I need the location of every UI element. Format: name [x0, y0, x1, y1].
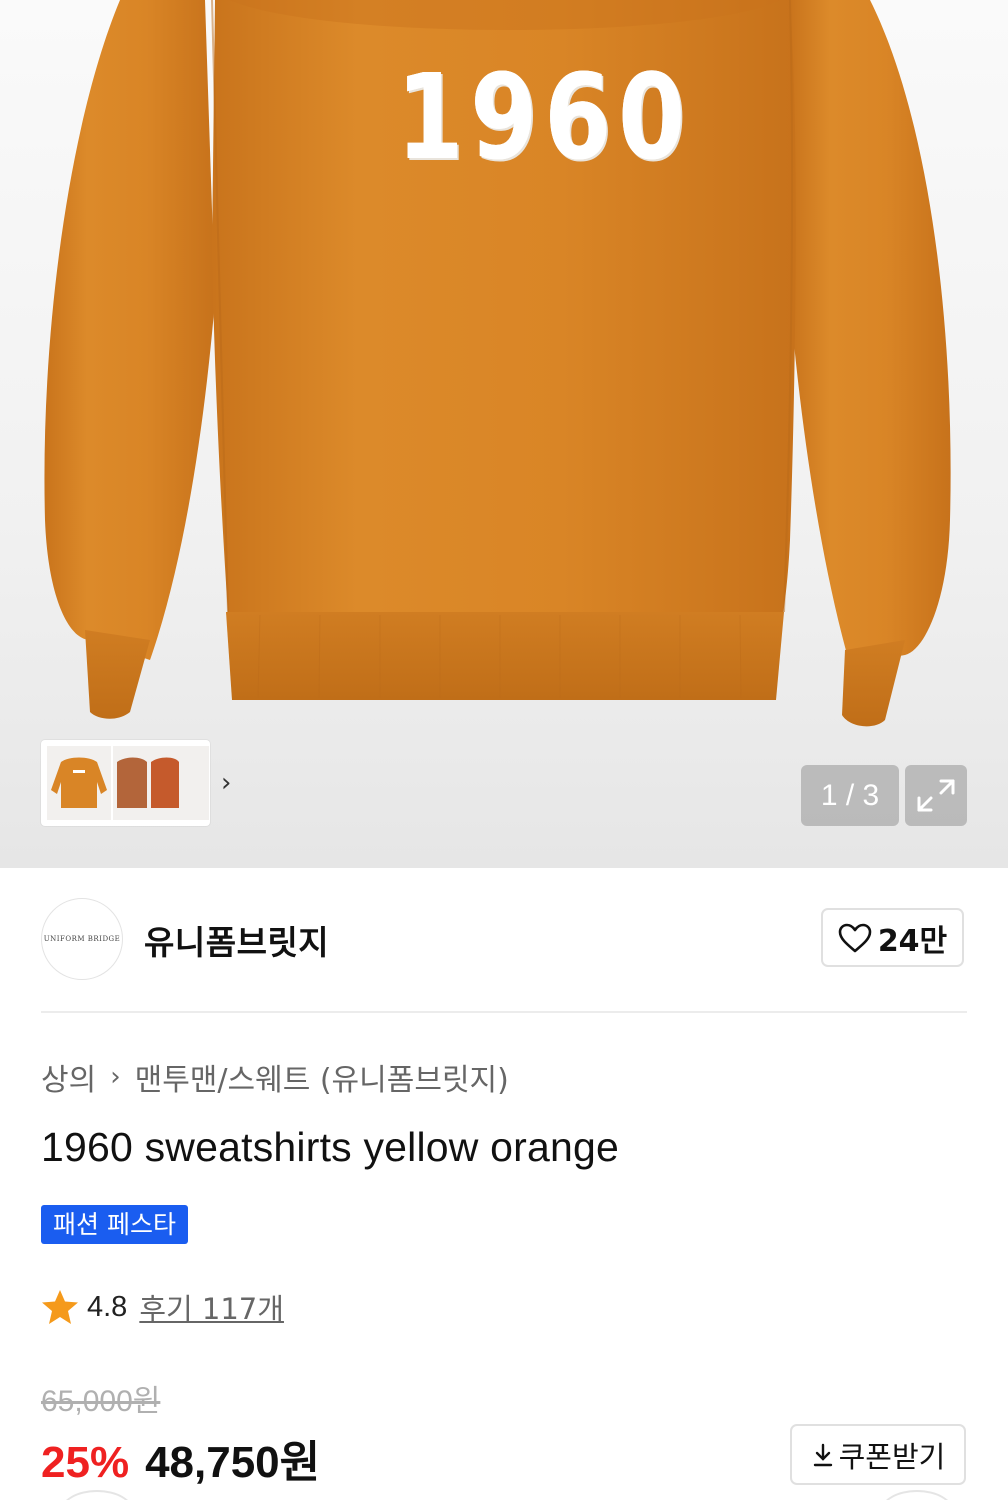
thumbnail-strip[interactable]: › [41, 740, 231, 826]
coupon-label: 쿠폰받기 [838, 1439, 946, 1474]
reviews-link[interactable]: 후기 117개 [139, 1286, 284, 1328]
divider [41, 1011, 967, 1013]
expand-icon [917, 779, 955, 812]
thumbnail-2[interactable] [113, 746, 149, 820]
partial-circle-button [880, 1490, 954, 1500]
thumbnail-sweatshirt-brown-icon [117, 757, 147, 808]
partial-circle-button [60, 1490, 134, 1500]
shop-name[interactable]: 유니폼브릿지 [144, 916, 329, 964]
thumbnail-sweatshirt-rust-icon [151, 757, 179, 808]
chevron-right-icon[interactable]: › [221, 768, 231, 798]
discount-rate: 25% [41, 1438, 130, 1487]
coupon-button[interactable]: 쿠폰받기 [790, 1424, 966, 1485]
sweatshirt-print-text: 1960 [396, 48, 692, 186]
sale-price: 48,750원 [145, 1438, 321, 1487]
breadcrumb: 상의 › 맨투맨/스웨트 (유니폼브릿지) [41, 1055, 509, 1099]
thumbnail-1[interactable] [47, 746, 111, 820]
thumbnail-sweatshirt-yellow-orange-icon [51, 757, 107, 808]
like-count: 24만 [877, 923, 948, 959]
like-button[interactable]: 24만 [821, 908, 964, 967]
chevron-right-icon: › [110, 1062, 121, 1092]
image-counter: 1 / 3 [801, 765, 899, 826]
shop-logo-text: UNIFORM BRIDGE [43, 935, 121, 943]
expand-button[interactable] [905, 765, 967, 826]
product-image-gallery[interactable]: 1960 › 1 / 3 [0, 0, 1008, 868]
heart-icon [838, 923, 872, 952]
product-page: 1960 › 1 / 3 UNIFORM BRIDGE 유니폼브릿지 24만 상… [0, 0, 1008, 1500]
star-icon [42, 1290, 78, 1324]
thumbnail-3[interactable] [149, 746, 209, 820]
product-title: 1960 sweatshirts yellow orange [41, 1124, 620, 1170]
breadcrumb-category[interactable]: 상의 [41, 1055, 96, 1099]
shop-logo[interactable]: UNIFORM BRIDGE [41, 898, 123, 980]
rating-row: 4.8 후기 117개 [41, 1286, 284, 1328]
rating-score: 4.8 [87, 1290, 128, 1323]
breadcrumb-subcategory[interactable]: 맨투맨/스웨트 (유니폼브릿지) [135, 1055, 509, 1099]
original-price: 65,000원 [41, 1385, 161, 1418]
price-row: 25% 48,750원 [41, 1426, 320, 1490]
event-badge[interactable]: 패션 페스타 [41, 1205, 188, 1244]
download-icon [813, 1443, 832, 1466]
